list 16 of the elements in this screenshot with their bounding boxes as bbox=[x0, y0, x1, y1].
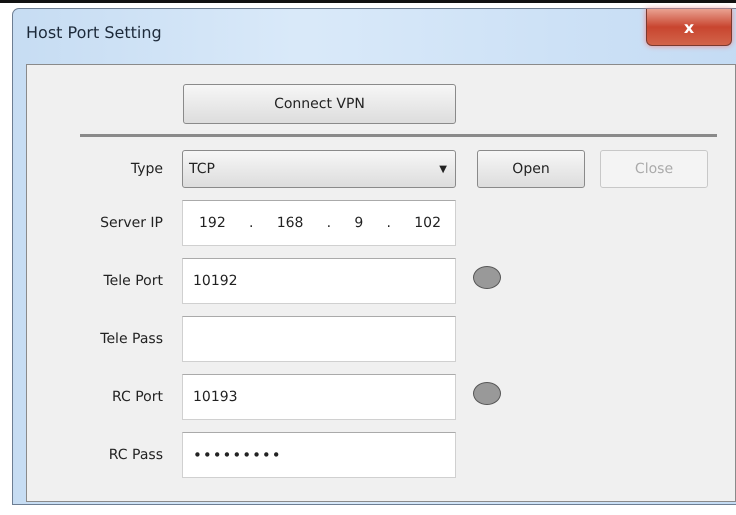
field-label: Tele Port bbox=[102, 273, 163, 289]
connect-vpn-button[interactable]: Connect VPN bbox=[183, 84, 456, 124]
field-label: Server IP bbox=[99, 215, 163, 231]
field-label: RC Port bbox=[110, 389, 163, 405]
input-field[interactable]: ••••••••• bbox=[182, 432, 456, 478]
type-dropdown[interactable]: TCP ▼ bbox=[182, 150, 456, 188]
window-title: Host Port Setting bbox=[26, 23, 163, 42]
input-field[interactable]: 10193 bbox=[182, 374, 456, 420]
field-label: Tele Pass bbox=[99, 331, 163, 347]
ip-address-field[interactable]: 192 . 168 . 9 . 102 bbox=[182, 200, 456, 246]
open-button[interactable]: Open bbox=[477, 150, 585, 188]
input-field[interactable]: 10192 bbox=[182, 258, 456, 304]
field-label: RC Pass bbox=[108, 447, 163, 463]
field-label: Type bbox=[130, 161, 163, 177]
input-field[interactable] bbox=[182, 316, 456, 362]
window-close-button[interactable]: x bbox=[646, 9, 732, 46]
